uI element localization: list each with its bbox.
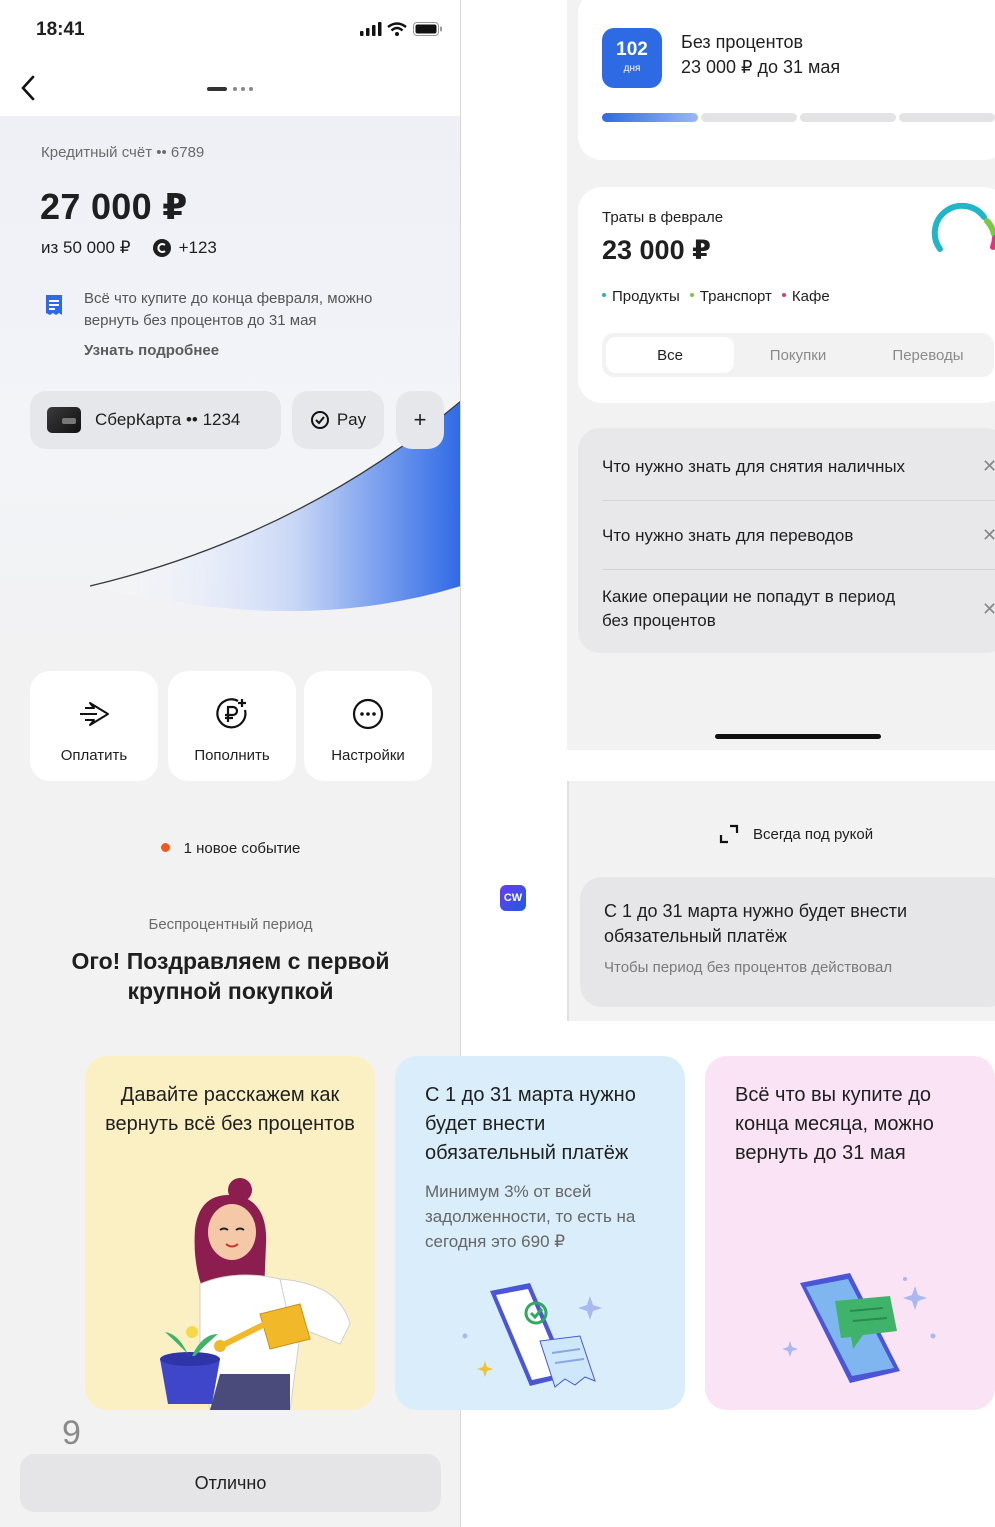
payment-subtitle: Чтобы период без процентов действовал: [604, 959, 893, 976]
settings-action-button[interactable]: Настройки: [304, 671, 432, 781]
legend-item: Кафе: [781, 288, 830, 305]
close-icon[interactable]: ✕: [982, 525, 995, 546]
limit-row: из 50 000 ₽ +123: [41, 238, 217, 258]
topup-action-button[interactable]: Пополнить: [168, 671, 296, 781]
receipt-icon: [46, 295, 62, 315]
story-card-return-by-date[interactable]: Всё что вы купите до конца месяца, можно…: [705, 1056, 995, 1410]
action-label: Оплатить: [60, 747, 128, 764]
event-text: 1 новое событие: [183, 840, 301, 857]
card-chip[interactable]: СберКарта •• 1234: [30, 391, 281, 449]
progress-segment: [899, 113, 995, 122]
faq-item-cash[interactable]: Что нужно знать для снятия наличных: [602, 455, 905, 479]
always-handy-row[interactable]: Всегда под рукой: [719, 824, 873, 844]
phone-screen-details: 102 дня Без процентов 23 000 ₽ до 31 мая…: [567, 0, 995, 750]
ruble-plus-icon: [216, 698, 247, 729]
card-label: СберКарта •• 1234: [95, 410, 241, 429]
legend-item: Продукты: [602, 288, 680, 305]
progress-segment: [701, 113, 797, 122]
story-card-mandatory-payment[interactable]: С 1 до 31 марта нужно будет внести обяза…: [395, 1056, 685, 1410]
spending-tabs: Все Покупки Переводы: [602, 333, 994, 377]
divider: [602, 569, 995, 570]
spending-label: Траты в феврале: [602, 209, 724, 226]
divider: [602, 500, 995, 501]
tab-purchases[interactable]: Покупки: [734, 337, 862, 373]
pay-action-button[interactable]: Оплатить: [30, 671, 158, 781]
close-icon[interactable]: ✕: [982, 456, 995, 477]
home-indicator: [715, 734, 881, 739]
story-subtitle: Минимум 3% от всей задолженности, то ест…: [425, 1182, 636, 1251]
days-unit: дня: [623, 63, 641, 74]
period-label: Беспроцентный период: [148, 916, 313, 933]
event-dot: [160, 843, 170, 852]
spending-card: Траты в феврале 23 000 ₽ Продукты Трансп…: [578, 187, 995, 403]
story-title: С 1 до 31 марта нужно будет внести обяза…: [425, 1084, 636, 1164]
grace-subtitle: 23 000 ₽ до 31 мая: [681, 57, 841, 77]
bonus-value: +123: [178, 238, 217, 257]
congrats-title: Ого! Поздравляем с первой крупной покупк…: [71, 948, 390, 1004]
phone-message-illustration: [782, 1273, 936, 1383]
learn-more-link[interactable]: Узнать подробнее: [84, 342, 219, 359]
faq-item-transfers[interactable]: Что нужно знать для переводов: [602, 524, 853, 548]
close-icon[interactable]: ✕: [982, 599, 995, 620]
nav-bar: [0, 60, 460, 116]
mandatory-payment-card[interactable]: С 1 до 31 марта нужно будет внести обяза…: [580, 877, 995, 1007]
pay-chip[interactable]: Pay: [292, 391, 384, 449]
ok-button[interactable]: Отлично: [20, 1454, 441, 1512]
grace-period-card[interactable]: 102 дня Без процентов 23 000 ₽ до 31 мая: [578, 0, 995, 160]
battery-icon: [413, 22, 442, 36]
legend-item: Транспорт: [689, 288, 772, 305]
cw-badge: CW: [500, 885, 526, 911]
payment-title: С 1 до 31 марта нужно будет внести обяза…: [604, 901, 908, 946]
action-label: Пополнить: [194, 747, 270, 764]
faq-list: Что нужно знать для снятия наличных ✕ Чт…: [578, 428, 995, 653]
always-handy-label: Всегда под рукой: [753, 825, 874, 843]
story-title: Всё что вы купите до конца месяца, можно…: [735, 1084, 934, 1164]
spending-amount: 23 000 ₽: [602, 235, 711, 265]
pay-label: Pay: [336, 410, 367, 429]
signal-icon: [360, 22, 382, 36]
action-label: Настройки: [331, 747, 405, 764]
progress-segment: [602, 113, 698, 122]
page-indicator: [207, 87, 253, 91]
widget-panel: Всегда под рукой С 1 до 31 марта нужно б…: [567, 781, 995, 1021]
account-balance: 27 000 ₽: [40, 186, 188, 227]
chevron-left-icon: [21, 75, 35, 101]
send-icon: [80, 702, 109, 726]
days-number: 102: [616, 39, 648, 60]
story-title: Давайте расскажем как вернуть всё без пр…: [105, 1084, 355, 1135]
phone-receipt-illustration: [462, 1283, 602, 1388]
status-time: 18:41: [36, 19, 85, 40]
grace-title: Без процентов: [681, 32, 804, 52]
more-icon: [352, 698, 384, 730]
plus-icon: +: [413, 407, 427, 432]
legend-dot: [602, 293, 606, 297]
woman-watering-plant-illustration: [160, 1178, 351, 1410]
bonus-icon: [152, 239, 171, 257]
account-hero: Кредитный счёт •• 6789 27 000 ₽ из 50 00…: [0, 116, 460, 646]
info-text: Всё что купите до конца февраля, можно в…: [84, 290, 373, 329]
story-card-how-to[interactable]: Давайте расскажем как вернуть всё без пр…: [85, 1056, 375, 1410]
new-event-indicator[interactable]: 1 новое событие: [0, 840, 460, 857]
tab-transfers[interactable]: Переводы: [864, 337, 992, 373]
tab-all[interactable]: Все: [606, 337, 734, 373]
faq-item-excluded[interactable]: Какие операции не попадут в период без п…: [602, 585, 902, 633]
credit-limit: из 50 000 ₽: [41, 238, 131, 257]
page-counter: 9: [62, 1414, 81, 1452]
spending-gauge: [931, 203, 995, 252]
add-card-button[interactable]: +: [396, 391, 444, 449]
check-circle-icon: [310, 411, 329, 429]
back-button[interactable]: [10, 68, 46, 108]
expand-icon: [719, 824, 739, 844]
wifi-icon: [387, 22, 407, 36]
category-legend: Продукты Транспорт Кафе: [602, 288, 830, 305]
legend-dot: [781, 293, 786, 297]
account-label: Кредитный счёт •• 6789: [41, 144, 205, 161]
card-thumbnail: [47, 407, 81, 433]
status-bar: 18:41: [0, 0, 460, 60]
progress-segment: [800, 113, 896, 122]
legend-dot: [689, 293, 694, 297]
days-badge: 102 дня: [602, 28, 662, 88]
